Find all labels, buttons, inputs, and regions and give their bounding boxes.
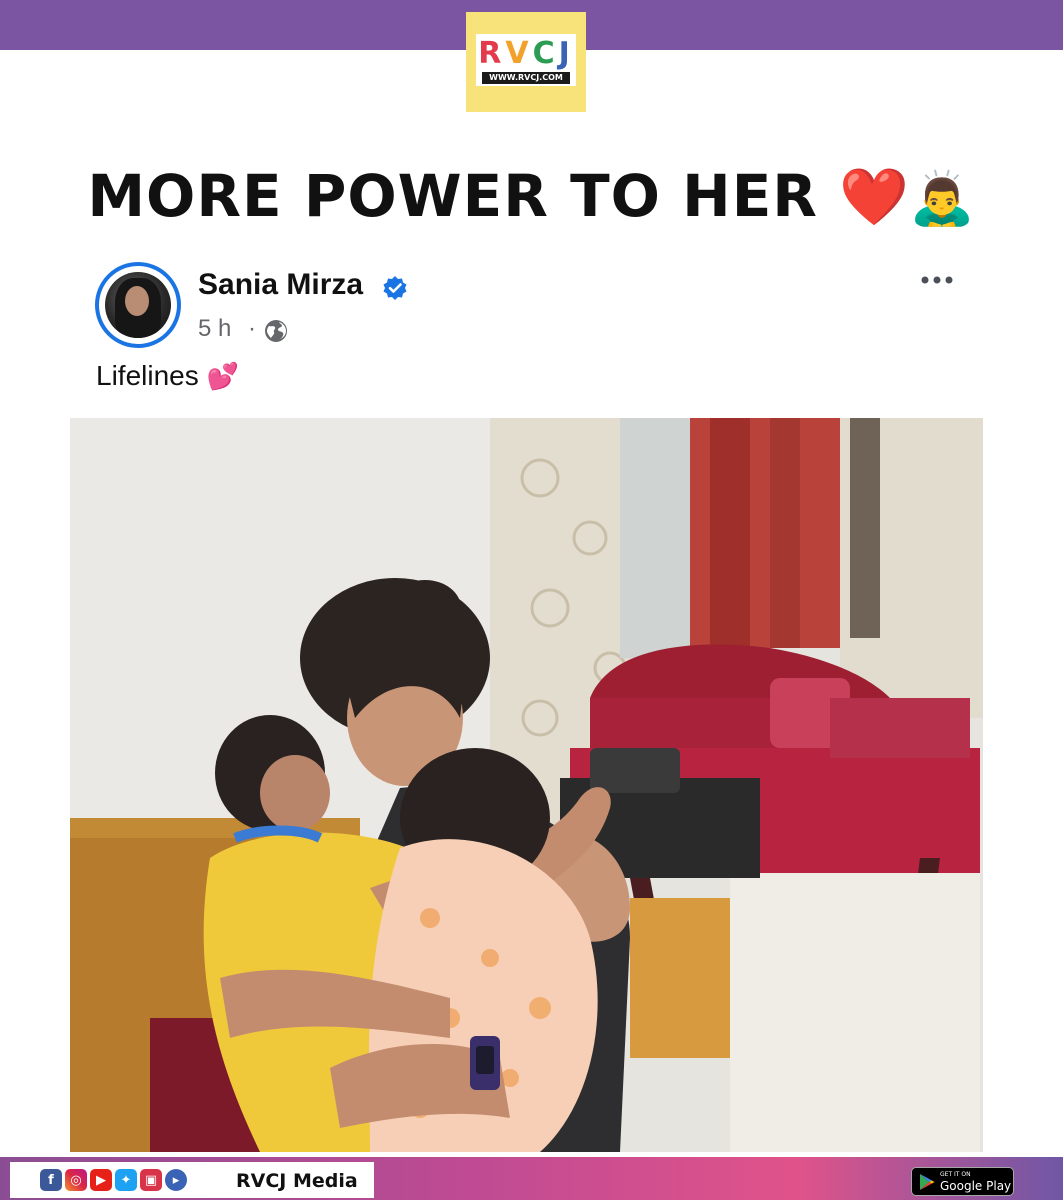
logo-wordmark: RVCJ <box>476 36 576 71</box>
post-photo[interactable] <box>70 418 983 1152</box>
play-icon[interactable]: ▸ <box>165 1169 187 1191</box>
post-caption: Lifelines 💕 <box>96 360 239 392</box>
verified-badge-icon <box>383 276 407 300</box>
post-timestamp[interactable]: 5 h <box>198 315 231 343</box>
google-play-icon <box>920 1174 935 1190</box>
logo-letter-v: V <box>505 36 533 71</box>
logo-letter-j: J <box>558 36 574 71</box>
google-play-badge[interactable]: GET IT ON Google Play <box>911 1167 1014 1196</box>
avatar-image <box>105 272 171 338</box>
bowing-person-emoji: 🙇‍♂️ <box>909 169 976 229</box>
headline-text: MORE POWER TO HER <box>87 162 818 230</box>
youtube-icon[interactable]: ▶ <box>90 1169 112 1191</box>
logo-letter-c: C <box>532 36 559 71</box>
twitter-icon[interactable]: ✦ <box>115 1169 137 1191</box>
two-hearts-emoji: 💕 <box>206 361 239 391</box>
more-options-icon[interactable] <box>917 270 957 290</box>
heart-emoji: ❤️ <box>839 165 910 230</box>
meta-separator: · <box>248 315 256 342</box>
globe-icon <box>265 320 287 342</box>
photo-illustration <box>70 418 983 1152</box>
avatar-face <box>125 286 149 316</box>
badge-get-it-on: GET IT ON <box>940 1171 971 1178</box>
brand-name: RVCJ Media <box>236 1170 358 1192</box>
youtube-studio-icon[interactable]: ▣ <box>140 1169 162 1191</box>
headline: MORE POWER TO HER ❤️🙇‍♂️ <box>0 162 1063 230</box>
profile-avatar[interactable] <box>95 262 181 348</box>
rvcj-logo: RVCJ WWW.RVCJ.COM <box>466 12 586 112</box>
facebook-icon[interactable]: f <box>40 1169 62 1191</box>
logo-url: WWW.RVCJ.COM <box>482 72 570 84</box>
logo-letter-r: R <box>478 36 506 71</box>
poster-name[interactable]: Sania Mirza <box>198 268 363 302</box>
caption-text: Lifelines <box>96 360 199 391</box>
badge-store-name: Google Play <box>940 1179 1012 1193</box>
logo-plate: RVCJ WWW.RVCJ.COM <box>476 34 576 86</box>
instagram-icon[interactable]: ◎ <box>65 1169 87 1191</box>
social-icons: f ◎ ▶ ✦ ▣ ▸ <box>40 1169 187 1191</box>
